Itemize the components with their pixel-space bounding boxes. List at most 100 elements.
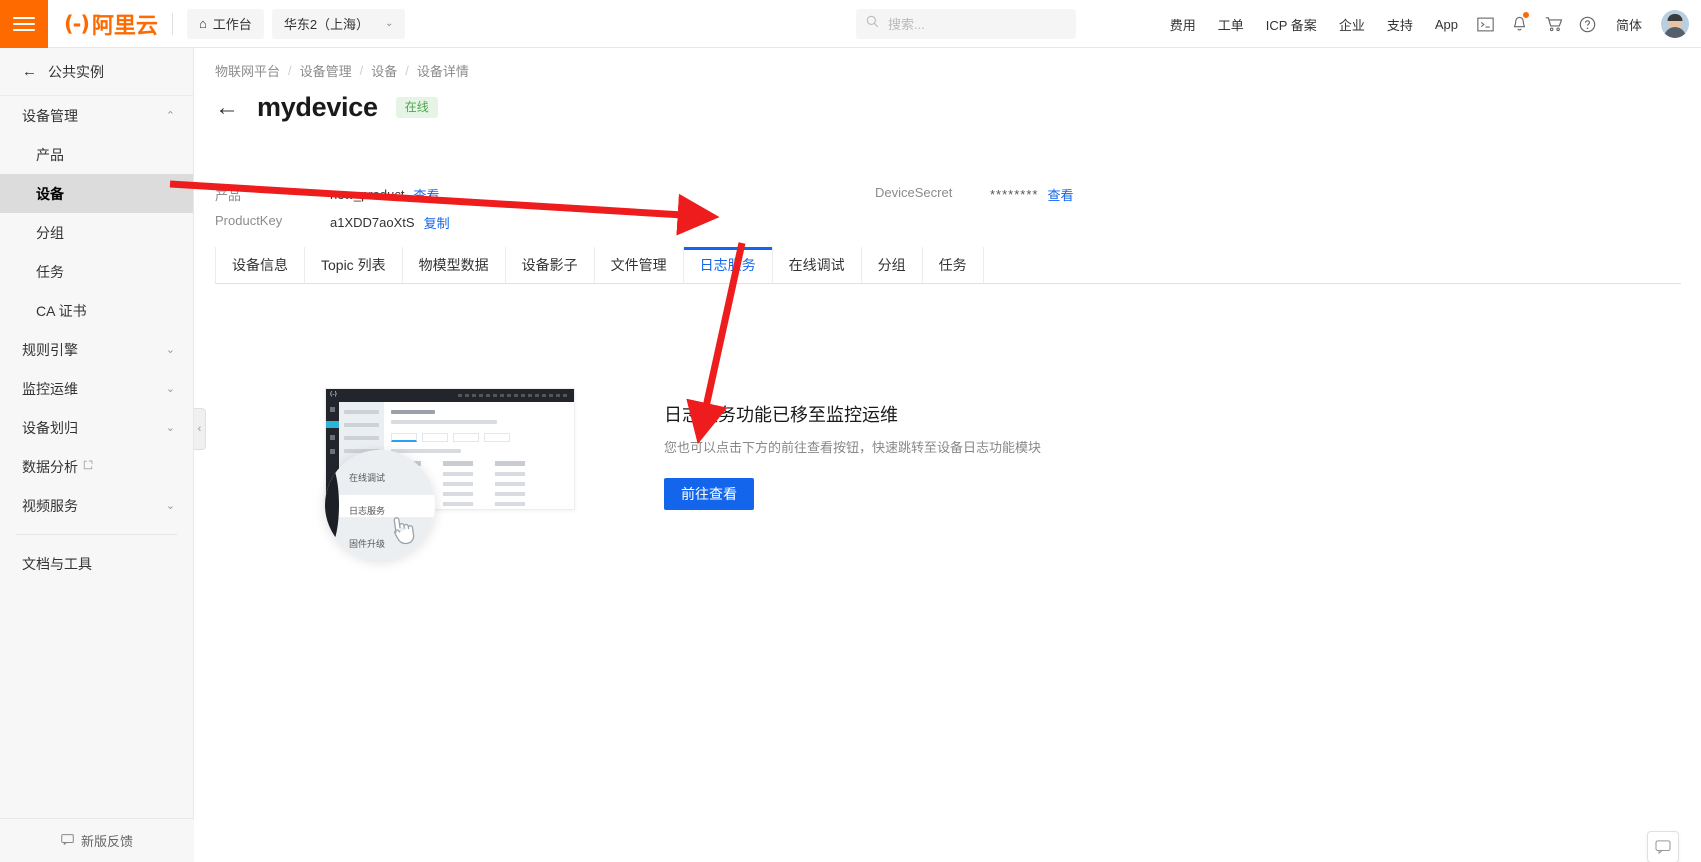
device-detail-tabs: 设备信息 Topic 列表 物模型数据 设备影子 文件管理 日志服务 在线调试 … [215,247,1681,284]
tab-jobs[interactable]: 任务 [923,247,984,283]
brand-divider [171,12,173,35]
breadcrumb-item-device-management[interactable]: 设备管理 [300,61,352,80]
chevron-down-icon: ⌄ [385,18,394,29]
illustration-tabs [391,433,567,442]
terminal-icon[interactable] [1469,0,1503,48]
top-link-fee[interactable]: 费用 [1159,15,1207,34]
workbench-label: 工作台 [212,17,252,32]
top-link-ticket[interactable]: 工单 [1207,15,1255,34]
language-switch[interactable]: 简体 [1605,15,1653,34]
sidebar-item-label: 任务 [36,263,64,280]
main-content: 物联网平台 / 设备管理 / 设备 / 设备详情 ← mydevice 在线 产… [195,48,1701,862]
sidebar-group-device-management[interactable]: 设备管理 ⌃ [0,96,193,135]
illustration-menu-online-debug: 在线调试 [349,473,386,483]
global-search[interactable] [856,9,1076,39]
illustration-window-titlebar: (-) [326,389,574,402]
cart-icon[interactable] [1537,0,1571,48]
meta-label-product-key: ProductKey [215,213,283,228]
sidebar-group-label: 视频服务 [22,497,78,514]
sidebar-item-label: 分组 [36,224,64,241]
meta-text-product-key: a1XDD7aoXtS [330,215,415,230]
empty-state-title: 日志服务功能已移至监控运维 [664,405,898,425]
tab-label: 设备信息 [232,257,288,273]
region-label: 华东2（上海） [283,17,370,32]
breadcrumb-item-device-detail: 设备详情 [416,64,469,79]
workbench-button[interactable]: ⌂ 工作台 [186,8,264,39]
tab-device-shadow[interactable]: 设备影子 [506,247,595,283]
chevron-down-icon: ⌄ [165,422,175,434]
help-icon[interactable] [1571,0,1605,48]
chat-bubble-icon[interactable] [1647,831,1679,862]
status-badge: 在线 [395,97,438,118]
tab-topic-list[interactable]: Topic 列表 [305,247,403,283]
sidebar-group-label: 设备管理 [22,107,78,124]
sidebar-group-label: 监控运维 [22,380,78,397]
search-input[interactable] [886,15,1066,33]
sidebar-group-rules-engine[interactable]: 规则引擎 ⌄ [0,330,193,369]
tab-label: 物模型数据 [418,257,489,273]
illustration-topbar-placeholder [458,394,568,397]
copy-product-key-link[interactable]: 复制 [424,213,450,232]
go-to-view-button[interactable]: 前往查看 [664,478,754,510]
aliyun-logo[interactable]: (-) 阿里云 [64,8,158,40]
breadcrumb: 物联网平台 / 设备管理 / 设备 / 设备详情 [215,61,469,80]
top-right-actions: 费用 工单 ICP 备案 企业 支持 App 简体 [1159,0,1689,48]
pointer-hand-icon [384,510,419,554]
region-selector[interactable]: 华东2（上海） ⌄ [271,8,406,39]
tab-label: 任务 [938,257,967,273]
app-root: (-) 阿里云 ⌂ 工作台 华东2（上海） ⌄ 费用 工单 ICP 备案 企业 … [0,0,1701,862]
sidebar-item-jobs[interactable]: 任务 [0,252,193,291]
tab-log-service[interactable]: 日志服务 [683,247,773,283]
top-link-support[interactable]: 支持 [1376,15,1424,34]
tab-label: 设备影子 [521,257,578,273]
log-service-empty-state: (-) 在线调试 日志服务 固件升级 日志服务功能已移至监控运维 您也可以点击下… [195,285,1701,862]
sidebar: ← 公共实例 设备管理 ⌃ 产品 设备 分组 任务 CA 证书 规则引擎 ⌄ 监… [0,48,194,862]
illustration-logo-icon: (-) [330,391,337,398]
sidebar-item-devices[interactable]: 设备 [0,174,193,213]
sidebar-group-monitoring-ops[interactable]: 监控运维 ⌄ [0,369,193,408]
sidebar-group-video-service[interactable]: 视频服务 ⌄ [0,486,193,525]
search-icon [866,15,879,33]
sidebar-collapse-handle[interactable]: ‹ [194,408,206,450]
sidebar-back-public-instance[interactable]: ← 公共实例 [0,48,193,96]
hamburger-icon[interactable] [0,0,48,48]
tab-file-management[interactable]: 文件管理 [595,247,684,283]
feedback-icon [61,833,74,848]
view-device-secret-link[interactable]: 查看 [1047,185,1073,204]
sidebar-back-label: 公共实例 [48,63,104,80]
top-link-icp[interactable]: ICP 备案 [1255,15,1328,34]
breadcrumb-separator: / [405,63,409,78]
meta-value-product-key: a1XDD7aoXtS 复制 [330,213,875,232]
sidebar-item-docs-tools[interactable]: 文档与工具 [0,544,193,583]
top-link-enterprise[interactable]: 企业 [1328,15,1376,34]
breadcrumb-separator: / [288,63,292,78]
meta-text-device-secret: ******** [990,187,1039,202]
bell-icon[interactable] [1503,0,1537,48]
tab-label: Topic 列表 [321,257,386,273]
view-product-link[interactable]: 查看 [413,185,439,204]
sidebar-group-device-assignment[interactable]: 设备划归 ⌄ [0,408,193,447]
tab-groups[interactable]: 分组 [862,247,923,283]
tab-label: 在线调试 [788,257,845,273]
meta-label-device-secret: DeviceSecret [875,185,953,200]
tab-online-debug[interactable]: 在线调试 [773,247,862,283]
sidebar-item-ca-certificates[interactable]: CA 证书 [0,291,193,330]
top-navigation-bar: (-) 阿里云 ⌂ 工作台 华东2（上海） ⌄ 费用 工单 ICP 备案 企业 … [0,0,1701,48]
sidebar-divider [16,534,177,535]
tab-device-info[interactable]: 设备信息 [215,247,305,283]
breadcrumb-separator: / [359,63,364,78]
avatar[interactable] [1661,10,1689,38]
empty-state-text: 日志服务功能已移至监控运维 您也可以点击下方的前往查看按钮，快速跳转至设备日志功… [664,401,1304,510]
chevron-up-icon: ⌃ [165,110,175,122]
page-back-arrow-icon[interactable]: ← [215,95,239,120]
sidebar-item-products[interactable]: 产品 [0,135,193,174]
top-link-app[interactable]: App [1424,17,1469,32]
breadcrumb-item-iot-platform[interactable]: 物联网平台 [215,61,280,80]
page-title: mydevice [257,92,378,122]
sidebar-item-groups[interactable]: 分组 [0,213,193,252]
breadcrumb-item-devices[interactable]: 设备 [371,61,397,80]
sidebar-feedback-button[interactable]: 新版反馈 [0,818,194,862]
sidebar-item-data-analytics[interactable]: 数据分析 [0,447,193,486]
tab-tsl-data[interactable]: 物模型数据 [403,247,506,283]
tab-label: 日志服务 [699,257,756,273]
